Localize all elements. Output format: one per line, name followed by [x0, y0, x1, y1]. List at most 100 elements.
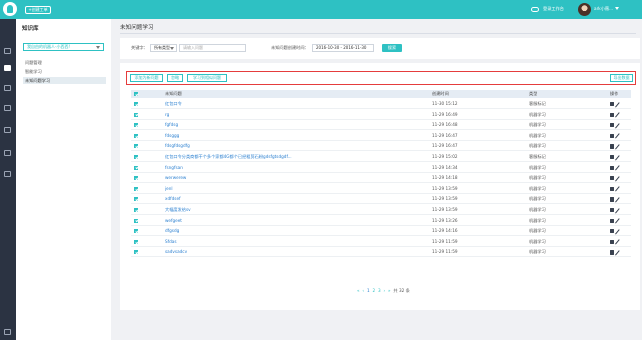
trash-icon[interactable] — [610, 176, 614, 181]
column-type: 类型 — [529, 91, 538, 96]
trash-icon[interactable] — [610, 239, 614, 244]
pencil-icon[interactable] — [615, 154, 620, 160]
trash-icon[interactable] — [610, 112, 614, 117]
trash-icon[interactable] — [610, 229, 614, 234]
nav-knowledge-icon[interactable] — [4, 65, 11, 71]
select-all-checkbox[interactable] — [134, 92, 138, 96]
trash-icon[interactable] — [610, 123, 614, 128]
row-checkbox[interactable] — [134, 229, 138, 234]
nav-monitor-icon[interactable] — [4, 171, 11, 177]
nav-menu-icon[interactable] — [4, 329, 11, 335]
menu-item-question-manage[interactable]: 问题管理 — [23, 59, 106, 66]
type-select[interactable]: 所有类型 — [150, 44, 177, 52]
trash-icon[interactable] — [610, 197, 614, 202]
question-text[interactable]: xdfdsef — [165, 195, 385, 203]
ignore-button[interactable]: 忽略 — [167, 74, 183, 82]
create-ticket-button[interactable]: +创建工单 — [25, 6, 51, 14]
user-menu[interactable]: ark小薇... — [578, 2, 620, 16]
nav-document-icon[interactable] — [4, 48, 11, 54]
question-text[interactable]: fdsgfdsgdfg — [165, 142, 385, 150]
question-text[interactable]: 大幅度发给sv — [165, 206, 385, 214]
row-checkbox[interactable] — [134, 186, 138, 191]
export-data-button[interactable]: 导出数据 — [610, 74, 633, 82]
prev-page-link[interactable]: ‹ — [362, 287, 364, 294]
pencil-icon[interactable] — [615, 122, 620, 128]
type-label: 机器学习 — [529, 238, 546, 244]
question-text[interactable]: dfgsdg — [165, 227, 385, 235]
app-logo-icon[interactable] — [3, 2, 17, 16]
question-text[interactable]: jenl — [165, 185, 385, 193]
table-row: sadvsadcv 11-29 11:59 机器学习 — [131, 248, 631, 258]
next-page-link[interactable]: › — [383, 287, 385, 294]
page-link-1[interactable]: 1 — [367, 287, 370, 294]
menu-item-smart-learn[interactable]: 智能学习 — [23, 68, 106, 75]
question-text[interactable]: fdsggg — [165, 132, 385, 140]
row-checkbox[interactable] — [134, 144, 138, 149]
trash-icon[interactable] — [610, 133, 614, 138]
question-text[interactable]: fgfdsg — [165, 121, 385, 129]
trash-icon[interactable] — [610, 102, 614, 107]
question-text[interactable]: werwerew — [165, 174, 385, 182]
trash-icon[interactable] — [610, 218, 614, 223]
pencil-icon[interactable] — [615, 239, 620, 245]
question-text[interactable]: 红包口令 — [165, 100, 385, 108]
nav-download-icon[interactable] — [4, 105, 11, 111]
pencil-icon[interactable] — [615, 197, 620, 203]
row-checkbox[interactable] — [134, 133, 138, 138]
create-time: 11-30 15:12 — [432, 101, 458, 106]
row-checkbox[interactable] — [134, 218, 138, 223]
question-text[interactable]: fsngfsan — [165, 164, 385, 172]
pencil-icon[interactable] — [615, 133, 620, 139]
question-text[interactable]: Sfdas — [165, 238, 385, 246]
add-new-question-button[interactable]: 添加为新问题 — [130, 74, 163, 82]
trash-icon[interactable] — [610, 250, 614, 255]
question-text[interactable]: wefgeet — [165, 217, 385, 225]
trash-icon[interactable] — [610, 186, 614, 191]
robot-select[interactable]: 我自由的机器人-小西西! — [23, 43, 104, 51]
learn-similar-button[interactable]: 学习到相似问题 — [187, 74, 227, 82]
row-checkbox[interactable] — [134, 250, 138, 255]
pencil-icon[interactable] — [615, 186, 620, 192]
row-checkbox[interactable] — [134, 208, 138, 212]
pencil-icon[interactable] — [615, 165, 620, 171]
trash-icon[interactable] — [610, 208, 614, 213]
trash-icon[interactable] — [610, 155, 614, 160]
pencil-icon[interactable] — [615, 144, 620, 150]
row-checkbox[interactable] — [134, 239, 138, 244]
search-button[interactable]: 搜索 — [382, 44, 402, 52]
row-checkbox[interactable] — [134, 102, 138, 106]
pencil-icon[interactable] — [615, 207, 620, 213]
question-text[interactable]: rg — [165, 111, 385, 119]
trash-icon[interactable] — [610, 165, 614, 170]
pencil-icon[interactable] — [615, 112, 620, 118]
row-checkbox[interactable] — [134, 165, 138, 170]
row-checkbox[interactable] — [134, 123, 138, 128]
page-link-3[interactable]: 3 — [378, 287, 381, 294]
nav-gear-icon[interactable] — [4, 150, 11, 156]
nav-user-icon[interactable] — [4, 85, 11, 91]
title-divider — [120, 33, 636, 34]
pencil-icon[interactable] — [615, 250, 620, 256]
menu-item-unknown-learn[interactable]: 未知问题学习 — [23, 77, 106, 84]
question-text[interactable]: sadvsadcv — [165, 248, 385, 256]
pencil-icon[interactable] — [615, 175, 620, 181]
row-checkbox[interactable] — [134, 112, 138, 117]
row-checkbox[interactable] — [134, 176, 138, 181]
row-checkbox[interactable] — [134, 197, 138, 202]
workbench-link[interactable]: 登录工作台 — [531, 4, 564, 14]
last-page-link[interactable]: » — [388, 287, 391, 294]
pencil-icon[interactable] — [615, 218, 620, 224]
date-range-input[interactable]: 2016-10-30 - 2016-11-30 — [312, 44, 374, 52]
column-time: 创建时间 — [432, 91, 449, 96]
nav-chart-icon[interactable] — [4, 127, 11, 133]
question-text[interactable]: 红包口令分类商都干个多个家都4G都个已经粗剪石粉gdsfgtsdgdf... — [165, 153, 385, 161]
trash-icon[interactable] — [610, 144, 614, 149]
page-link-2[interactable]: 2 — [372, 287, 375, 294]
row-actions — [610, 207, 624, 213]
keyword-input[interactable]: 请输入问题 — [179, 44, 246, 52]
pencil-icon[interactable] — [615, 228, 620, 234]
pencil-icon[interactable] — [615, 101, 620, 107]
first-page-link[interactable]: « — [357, 287, 360, 294]
row-checkbox[interactable] — [134, 155, 138, 159]
create-time: 11-29 16:47 — [432, 132, 458, 138]
